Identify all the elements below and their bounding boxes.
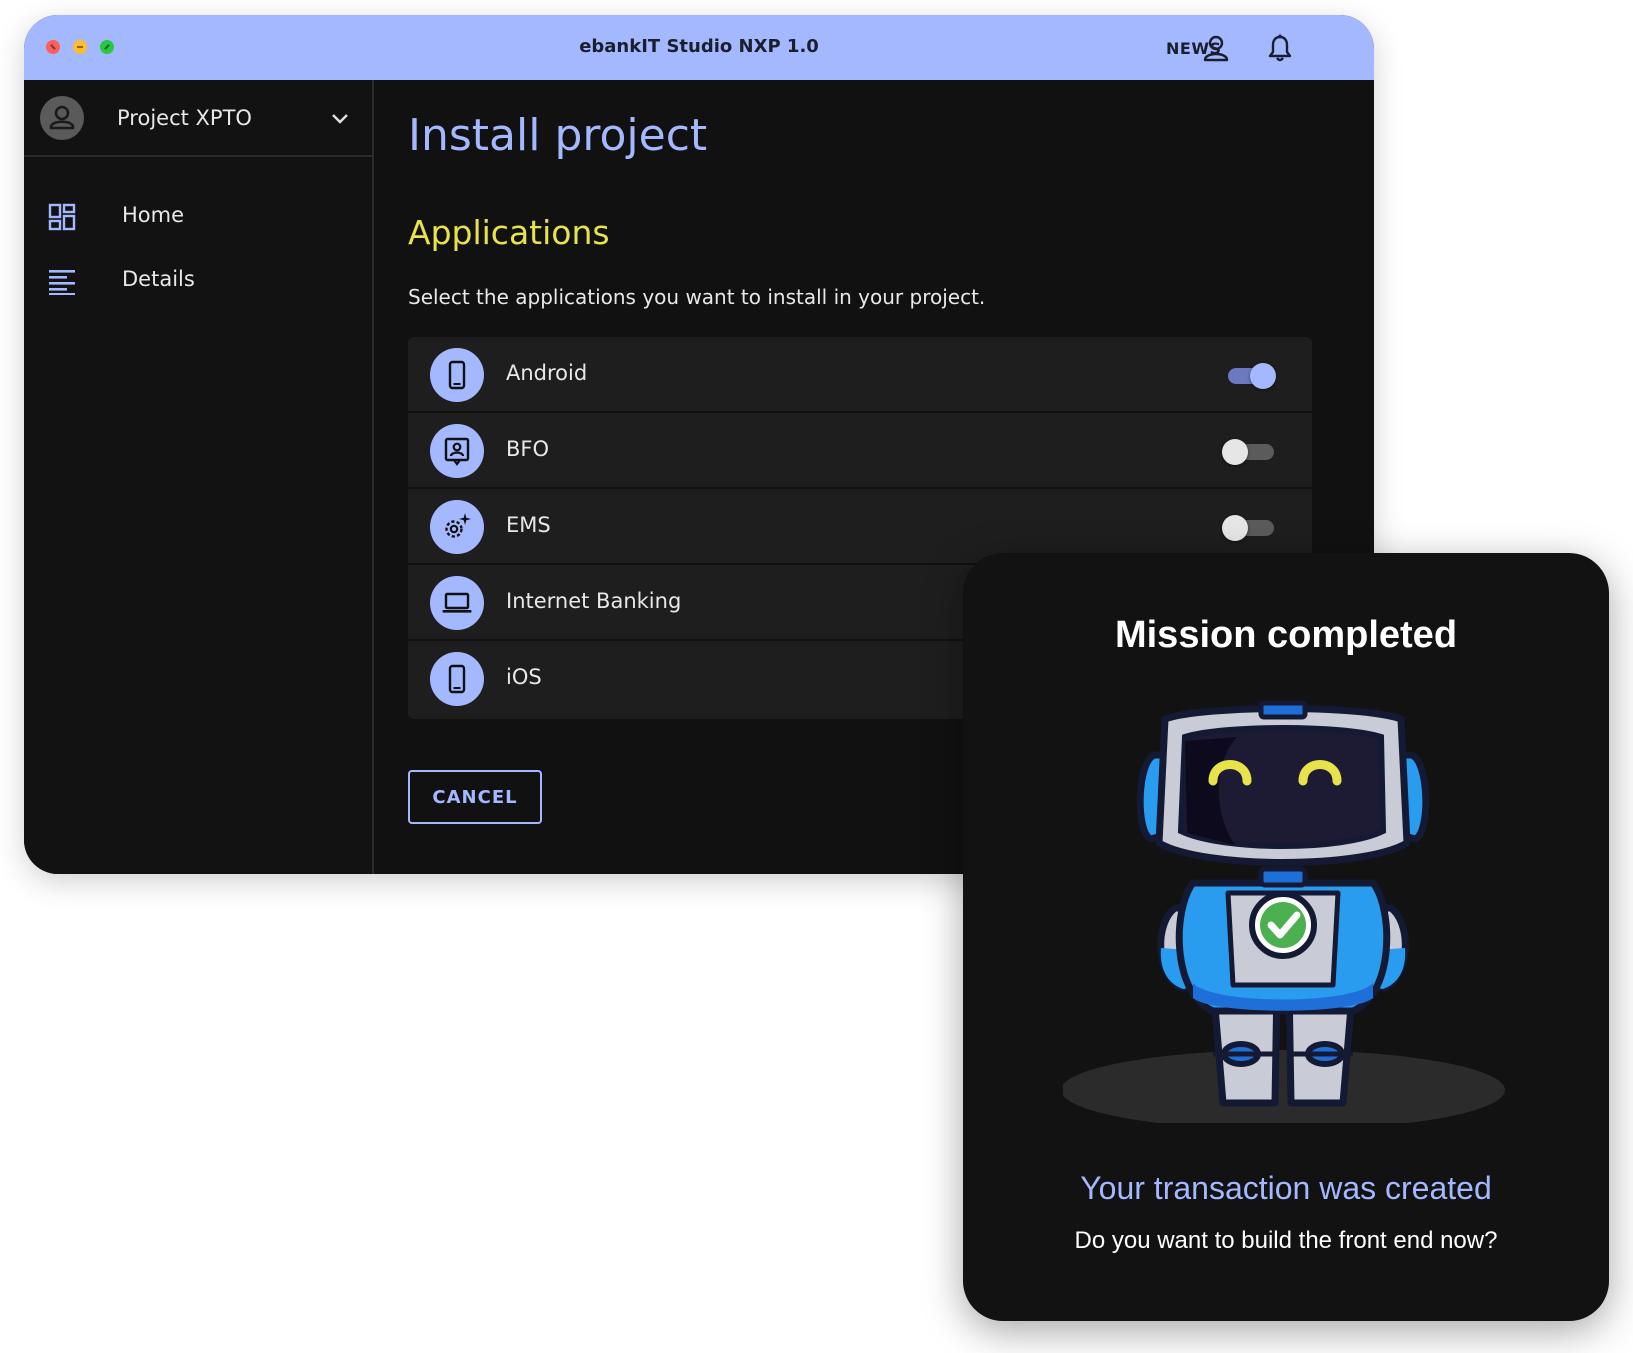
list-icon xyxy=(49,270,75,295)
page-title: Install project xyxy=(408,110,708,161)
app-name: BFO xyxy=(506,437,550,461)
app-name: Internet Banking xyxy=(506,589,682,613)
dashboard-icon xyxy=(48,203,76,231)
sidebar-item-details[interactable]: Details xyxy=(24,255,372,305)
success-modal: Mission completed Your transaction was c… xyxy=(963,553,1609,1321)
app-name: Android xyxy=(506,361,588,385)
smartphone-icon xyxy=(448,360,466,390)
modal-question: Do you want to build the front end now? xyxy=(1074,1227,1498,1254)
sidebar: Project XPTO Home Details xyxy=(24,80,374,874)
app-icon-container xyxy=(430,652,484,706)
section-title: Applications xyxy=(408,213,610,252)
bfo-toggle[interactable] xyxy=(1222,439,1276,465)
app-icon-container xyxy=(430,348,484,402)
avatar xyxy=(40,96,84,140)
cancel-button[interactable]: CANCEL xyxy=(408,770,542,824)
chevron-down-icon xyxy=(332,114,348,124)
list-item[interactable]: BFO xyxy=(408,413,1312,489)
contact-card-icon xyxy=(444,437,470,466)
title-bar: ebankIT Studio NXP 1.0 NEWS xyxy=(24,15,1374,80)
project-name: Project XPTO xyxy=(117,106,252,130)
bell-icon[interactable] xyxy=(1265,33,1295,63)
ems-toggle[interactable] xyxy=(1222,515,1276,541)
section-description: Select the applications you want to inst… xyxy=(408,285,986,309)
app-name: iOS xyxy=(506,665,542,689)
user-icon[interactable] xyxy=(1201,33,1231,63)
modal-subtitle: Your transaction was created xyxy=(1080,1170,1492,1206)
android-toggle[interactable] xyxy=(1222,363,1276,389)
laptop-icon xyxy=(442,592,472,613)
modal-title: Mission completed xyxy=(1114,614,1458,656)
sidebar-item-home[interactable]: Home xyxy=(24,191,372,241)
app-icon-container xyxy=(430,576,484,630)
app-icon-container xyxy=(430,500,484,554)
sidebar-item-label: Home xyxy=(122,203,185,227)
robot-illustration xyxy=(1063,700,1505,1123)
app-icon-container xyxy=(430,424,484,478)
settings-sparkle-icon xyxy=(445,513,471,538)
project-selector[interactable]: Project XPTO xyxy=(24,80,372,157)
smartphone-icon xyxy=(448,664,466,694)
list-item[interactable]: Android xyxy=(408,337,1312,413)
app-name: EMS xyxy=(506,513,551,537)
person-icon xyxy=(49,105,75,130)
sidebar-item-label: Details xyxy=(122,267,195,291)
